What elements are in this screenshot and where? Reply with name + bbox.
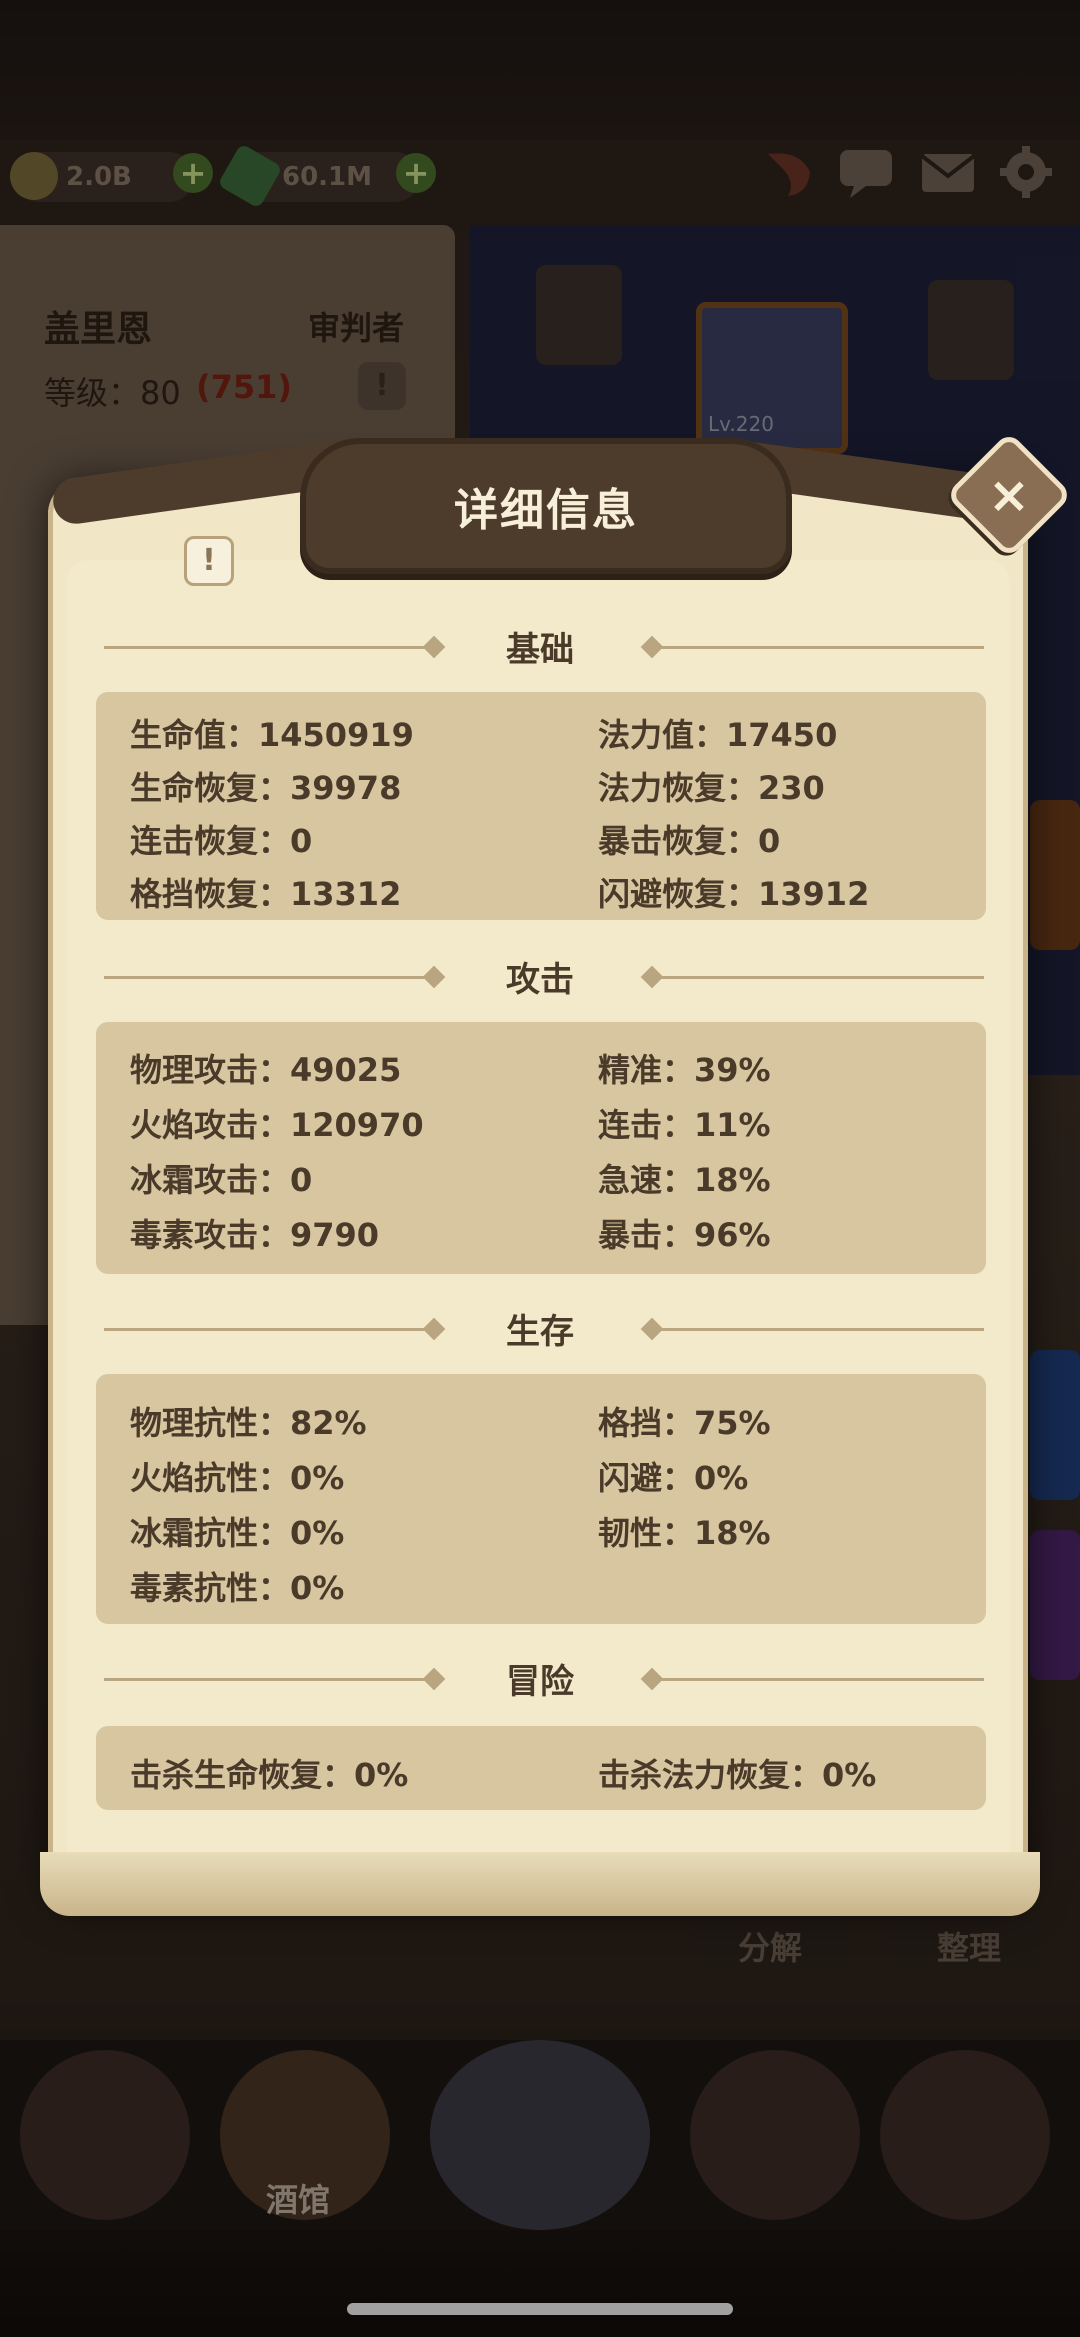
stat-mp-regen: 法力恢复：230 bbox=[598, 769, 825, 807]
stat-mp: 法力值：17450 bbox=[598, 716, 838, 754]
section-title: 冒险 bbox=[506, 1662, 574, 1702]
stat-block-regen: 格挡恢复：13312 bbox=[130, 875, 402, 913]
stat-physical-resist: 物理抗性：82% bbox=[130, 1404, 367, 1442]
stat-poison-resist: 毒素抗性：0% bbox=[130, 1569, 345, 1607]
scroll-bottom-edge bbox=[40, 1852, 1040, 1916]
modal-title: 详细信息 bbox=[454, 485, 638, 536]
stat-fire-attack: 火焰攻击：120970 bbox=[130, 1106, 424, 1144]
stat-fire-resist: 火焰抗性：0% bbox=[130, 1459, 345, 1497]
stat-accuracy: 精准：39% bbox=[598, 1051, 771, 1089]
info-icon: ! bbox=[202, 543, 216, 578]
section-title: 生存 bbox=[506, 1312, 574, 1352]
section-title: 攻击 bbox=[506, 960, 574, 1000]
stat-hp: 生命值：1450919 bbox=[130, 716, 414, 754]
stat-poison-attack: 毒素攻击：9790 bbox=[130, 1216, 380, 1254]
stat-dodge: 闪避：0% bbox=[598, 1459, 749, 1497]
stat-hp-regen: 生命恢复：39978 bbox=[130, 769, 402, 807]
stat-combo: 连击：11% bbox=[598, 1106, 771, 1144]
stat-frost-resist: 冰霜抗性：0% bbox=[130, 1514, 345, 1552]
stat-combo-regen: 连击恢复：0 bbox=[130, 822, 313, 860]
stat-crit: 暴击：96% bbox=[598, 1216, 771, 1254]
stat-tenacity: 韧性：18% bbox=[598, 1514, 771, 1552]
stat-dodge-regen: 闪避恢复：13912 bbox=[598, 875, 870, 913]
stat-crit-regen: 暴击恢复：0 bbox=[598, 822, 781, 860]
stat-block: 格挡：75% bbox=[598, 1404, 771, 1442]
section-title: 基础 bbox=[506, 630, 574, 670]
stat-kill-mp-regen: 击杀法力恢复：0% bbox=[598, 1756, 877, 1794]
stat-frost-attack: 冰霜攻击：0 bbox=[130, 1161, 313, 1199]
close-icon[interactable]: × bbox=[964, 455, 1054, 535]
stat-physical-attack: 物理攻击：49025 bbox=[130, 1051, 402, 1089]
stat-kill-hp-regen: 击杀生命恢复：0% bbox=[130, 1756, 409, 1794]
info-button[interactable]: ! bbox=[184, 536, 234, 586]
stat-haste: 急速：18% bbox=[598, 1161, 771, 1199]
